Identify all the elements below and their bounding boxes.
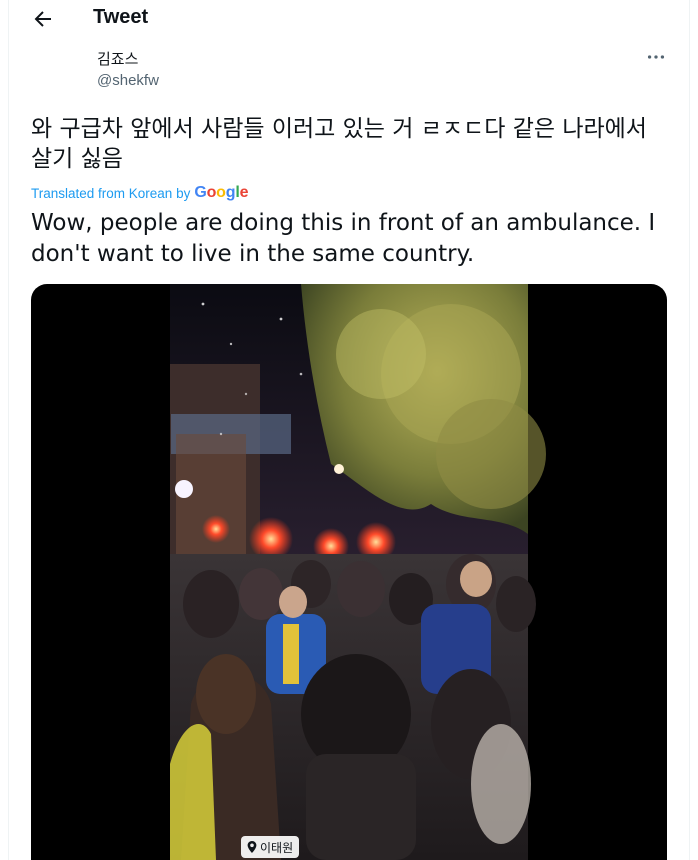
page-title: Tweet xyxy=(93,6,149,28)
arrow-left-icon[interactable] xyxy=(31,7,55,31)
tweet-page: Tweet 김죠스 @shekfw 와 구급차 앞에서 사람들 이러고 있는 거… xyxy=(8,0,690,860)
tweet-translated-text: Wow, people are doing this in front of a… xyxy=(31,210,656,267)
translation-attribution[interactable]: Translated from Korean by Google xyxy=(31,184,248,202)
location-pin-icon xyxy=(247,841,257,853)
author-name[interactable]: 김죠스 xyxy=(97,48,138,69)
google-logo: Google xyxy=(194,184,249,201)
author-handle[interactable]: @shekfw xyxy=(97,72,159,89)
video-frame xyxy=(170,284,546,860)
top-bar: Tweet xyxy=(9,0,689,38)
location-tag[interactable]: 이태원 xyxy=(241,836,300,858)
more-dots-icon[interactable] xyxy=(645,46,667,68)
tweet-original-text: 와 구급차 앞에서 사람들 이러고 있는 거 ㄹㅈㄷ다 같은 나라에서 살기 싫… xyxy=(31,116,647,172)
tweet-video[interactable]: 이태원 xyxy=(31,284,667,860)
translated-label: Translated from Korean by xyxy=(31,185,191,201)
location-label: 이태원 xyxy=(260,840,294,855)
